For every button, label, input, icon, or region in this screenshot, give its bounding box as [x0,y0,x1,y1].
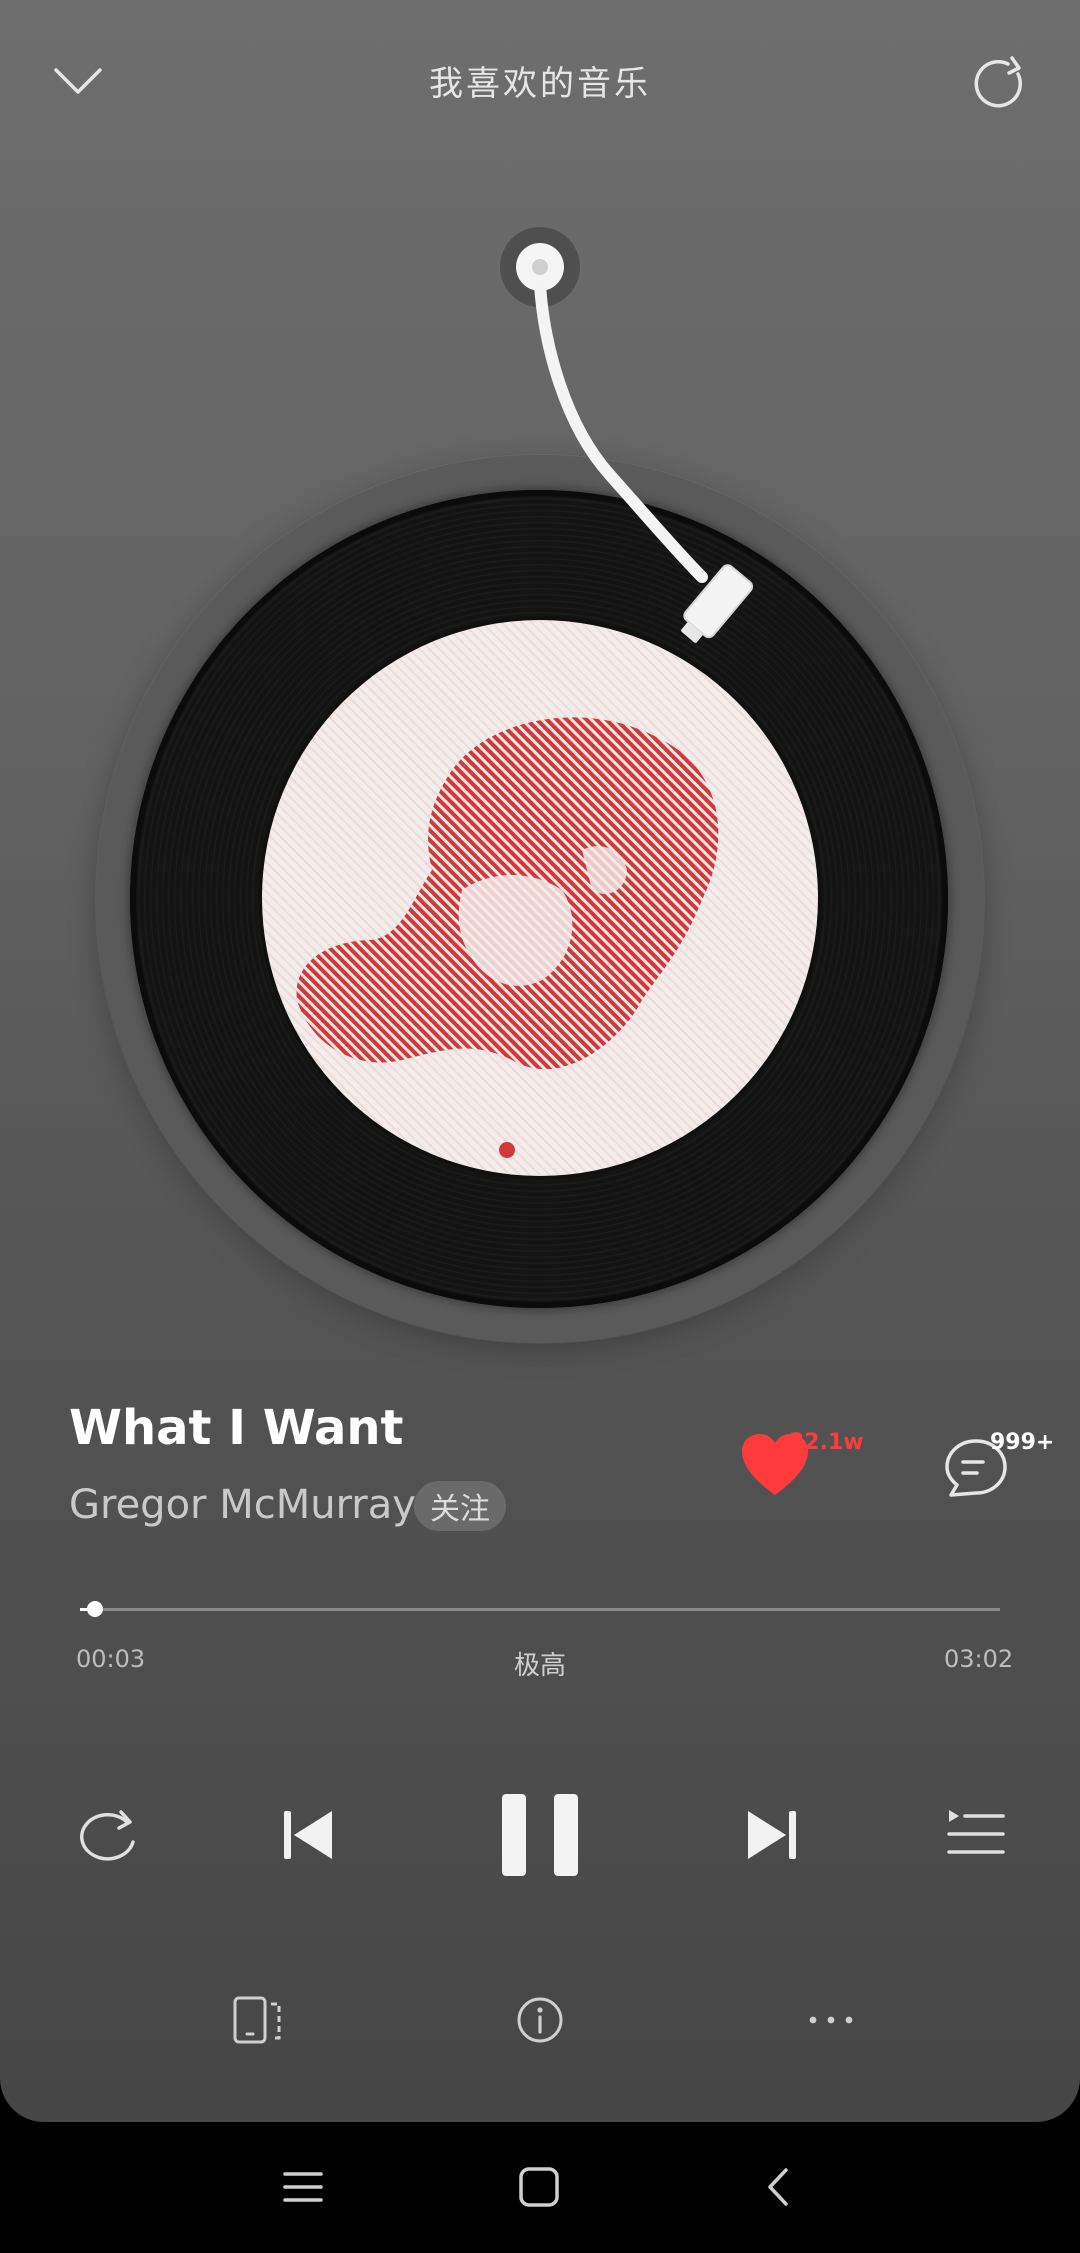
skip-previous-icon [284,1811,332,1859]
follow-button[interactable]: 关注 [414,1481,506,1531]
repeat-button[interactable] [68,1800,144,1870]
next-button[interactable] [732,1800,812,1870]
tonearm [500,227,754,643]
pause-button[interactable] [486,1785,594,1885]
device-switch-button[interactable] [222,1990,292,2050]
repeat-icon [79,1810,135,1861]
progress-thumb[interactable] [86,1601,103,1617]
progress-bar[interactable] [80,1601,1000,1617]
more-button[interactable] [796,1990,866,2050]
artist-name[interactable]: Gregor McMurray [69,1482,416,1528]
total-time: 03:02 [944,1645,1014,1673]
back-icon [768,2168,788,2206]
menu-icon [283,2172,323,2202]
collapse-button[interactable] [48,56,108,106]
album-art-image [296,717,719,1158]
previous-button[interactable] [268,1800,348,1870]
info-icon [517,1997,563,2043]
song-title: What I Want [69,1400,404,1456]
page-title: 我喜欢的音乐 [429,64,651,104]
home-button[interactable] [506,2155,572,2219]
system-nav-bar [0,2122,1080,2253]
like-count: 22.1w [789,1430,864,1455]
share-arrow-icon [974,56,1022,108]
chevron-down-icon [54,68,102,94]
share-button[interactable] [970,52,1034,116]
more-icon [809,2016,853,2024]
quality-label[interactable]: 极高 [490,1645,590,1682]
device-switch-icon [233,1996,281,2044]
playlist-icon [947,1810,1005,1854]
player-screen: 我喜欢的音乐 What I Want Gregor McMurray 关注 22… [0,0,1080,2122]
back-button[interactable] [745,2155,811,2219]
skip-next-icon [748,1811,796,1859]
home-icon [519,2167,559,2207]
current-time: 00:03 [76,1645,146,1673]
info-button[interactable] [505,1990,575,2050]
comment-count: 999+ [990,1430,1055,1455]
pause-icon [502,1794,578,1876]
menu-button[interactable] [270,2157,336,2217]
album-cover [262,620,818,1176]
playlist-button[interactable] [936,1800,1016,1870]
